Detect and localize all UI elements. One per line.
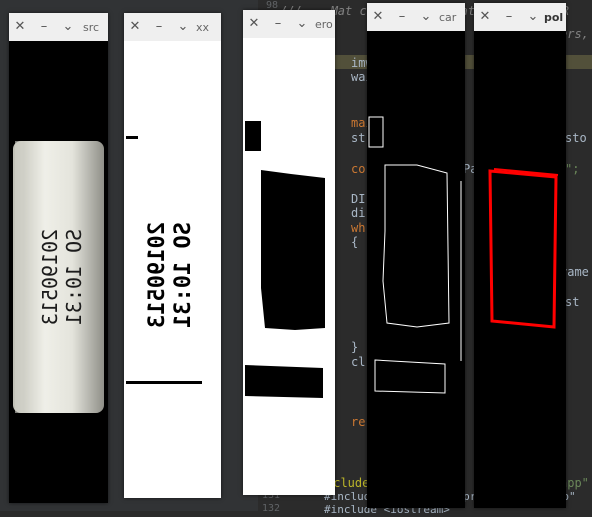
close-icon[interactable]: ✕ [371,9,385,24]
window-titlebar[interactable]: ✕ – ⌄ xx [124,13,221,42]
code-line: wh [351,221,366,235]
window-titlebar[interactable]: ✕ – ⌄ pol [474,3,566,32]
code-line: sto [565,131,587,145]
ero-image [243,38,335,495]
code-line: DI [351,192,366,206]
minimize-icon[interactable]: – [37,19,51,34]
chevron-down-icon[interactable]: ⌄ [526,9,540,24]
code-line: di [351,206,366,220]
close-icon[interactable]: ✕ [13,19,27,34]
window-ero[interactable]: ✕ – ⌄ ero [243,10,335,495]
printed-code: 20190513 SO 10:31 [38,229,86,325]
close-icon[interactable]: ✕ [478,9,492,24]
code-line: "; [565,162,580,176]
binary-code: 20190513 SO 10:31 [145,222,196,328]
close-icon[interactable]: ✕ [128,19,142,34]
window-title: src [83,21,100,34]
chevron-down-icon[interactable]: ⌄ [295,16,309,31]
svg-text:20190513: 20190513 [145,222,170,328]
svg-text:20190513: 20190513 [38,229,62,325]
chevron-down-icon[interactable]: ⌄ [176,19,190,34]
chevron-down-icon[interactable]: ⌄ [419,9,433,24]
window-pol[interactable]: ✕ – ⌄ pol [474,3,566,508]
svg-text:SO 10:31: SO 10:31 [171,222,196,328]
code-line: co [351,162,366,176]
window-xx[interactable]: ✕ – ⌄ xx 20190513 SO 10:31 [124,13,221,498]
chevron-down-icon[interactable]: ⌄ [61,19,75,34]
code-line: cl [351,355,366,369]
code-line: st [565,295,580,309]
window-titlebar[interactable]: ✕ – ⌄ ero [243,10,335,39]
window-title: ero [315,18,333,31]
minimize-icon[interactable]: – [395,9,409,24]
window-src[interactable]: ✕ – ⌄ src 20190513 SO 10:31 [9,13,108,503]
window-title: car [439,11,457,24]
window-titlebar[interactable]: ✕ – ⌄ car [367,3,465,32]
minimize-icon[interactable]: – [271,16,285,31]
line-number: 132 [262,503,281,514]
window-title: pol [544,11,564,24]
minimize-icon[interactable]: – [152,19,166,34]
code-line: } [351,340,359,354]
code-line: re [351,415,366,429]
code-line: { [351,235,359,249]
close-icon[interactable]: ✕ [247,16,261,31]
window-car[interactable]: ✕ – ⌄ car [367,3,465,508]
window-titlebar[interactable]: ✕ – ⌄ src [9,13,108,42]
xx-image: 20190513 SO 10:31 [124,41,221,498]
code-line: st [351,131,366,145]
car-image [367,31,465,508]
window-title: xx [196,21,210,34]
pol-image [474,31,566,508]
svg-text:SO 10:31: SO 10:31 [62,229,86,325]
src-image: 20190513 SO 10:31 [9,41,108,503]
minimize-icon[interactable]: – [502,9,516,24]
